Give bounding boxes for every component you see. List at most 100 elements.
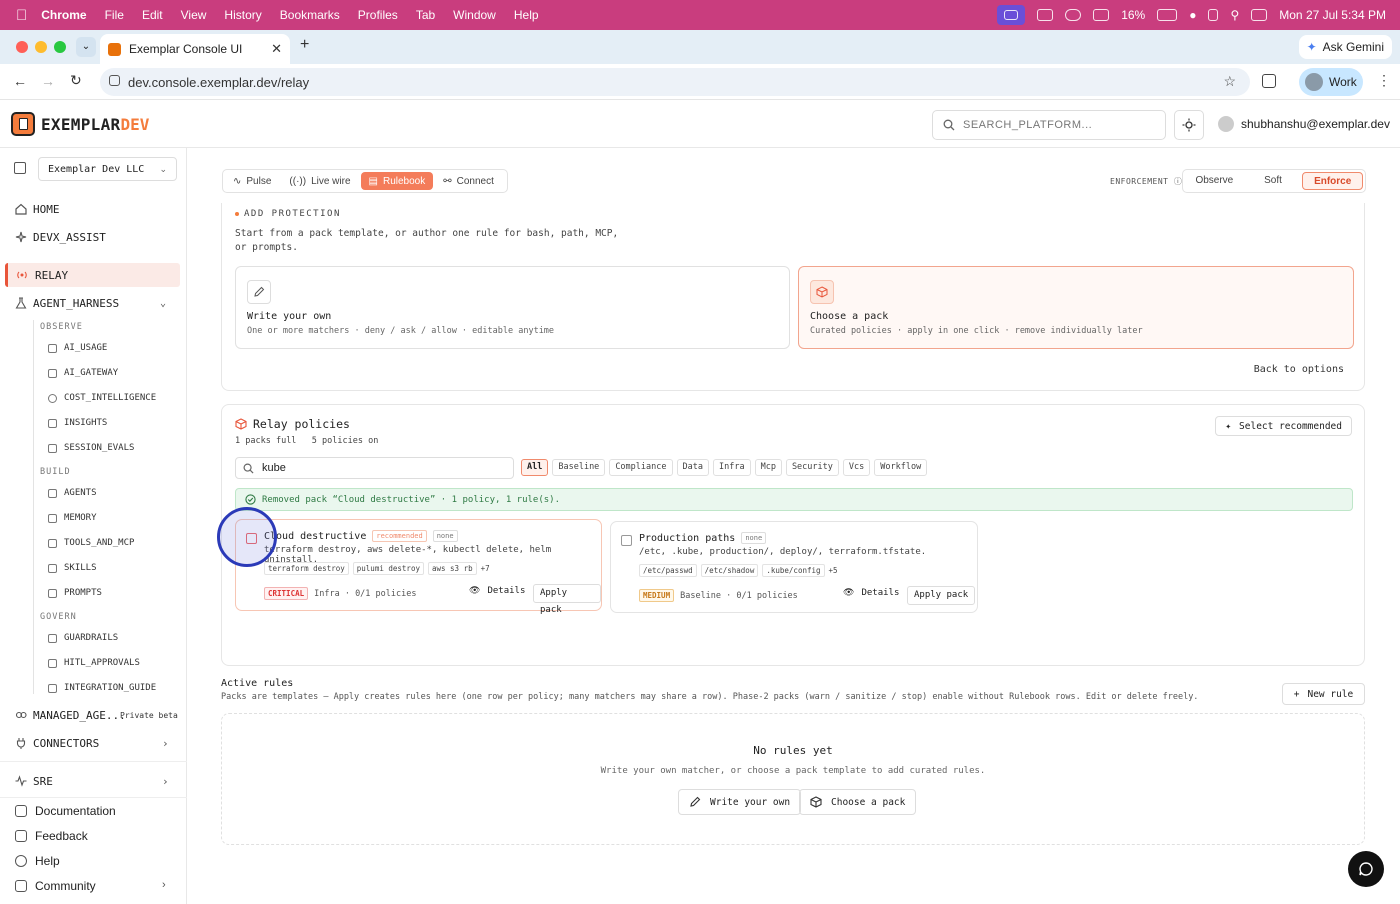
- status-icon[interactable]: [1037, 9, 1054, 21]
- enforcement-soft[interactable]: Soft: [1244, 172, 1303, 190]
- enforcement-enforce[interactable]: Enforce: [1302, 172, 1364, 190]
- tab-connect[interactable]: ⚯ Connect: [435, 172, 502, 190]
- window-zoom-button[interactable]: [54, 41, 66, 53]
- tab-search-icon[interactable]: ⌄: [76, 37, 96, 57]
- sidebar-item-devx-assist[interactable]: DEVX_ASSIST: [0, 228, 187, 246]
- menu-profiles[interactable]: Profiles: [358, 8, 398, 22]
- sidebar-item-cost-intelligence[interactable]: COST_INTELLIGENCE: [48, 393, 156, 403]
- menu-view[interactable]: View: [181, 8, 207, 22]
- screen-share-icon[interactable]: [997, 5, 1026, 25]
- filter-compliance[interactable]: Compliance: [609, 459, 673, 476]
- filter-infra[interactable]: Infra: [712, 459, 751, 476]
- sidebar-item-community[interactable]: Community: [15, 879, 96, 893]
- menu-app[interactable]: Chrome: [41, 8, 86, 22]
- sidebar-item-help[interactable]: Help: [15, 854, 60, 868]
- sidebar-item-documentation[interactable]: Documentation: [15, 804, 116, 818]
- sidebar-item-tools-and-mcp[interactable]: TOOLS_AND_MCP: [48, 538, 134, 548]
- window-close-button[interactable]: [16, 41, 28, 53]
- sidebar-item-home[interactable]: HOME: [0, 200, 187, 218]
- enforcement-observe[interactable]: Observe: [1185, 172, 1244, 190]
- sidebar-item-insights[interactable]: INSIGHTS: [48, 418, 107, 428]
- display-icon[interactable]: [1093, 9, 1110, 21]
- sidebar-item-feedback[interactable]: Feedback: [15, 829, 88, 843]
- details-button[interactable]: 👁 Details: [469, 586, 525, 596]
- menu-help[interactable]: Help: [514, 8, 539, 22]
- site-info-icon[interactable]: [109, 75, 120, 86]
- address-bar[interactable]: dev.console.exemplar.dev/relay ☆: [100, 68, 1250, 96]
- control-center-icon[interactable]: [1251, 9, 1268, 21]
- select-recommended-button[interactable]: ✦ Select recommended: [1215, 416, 1352, 436]
- choose-a-pack-button[interactable]: Choose a pack: [799, 789, 917, 815]
- reload-icon[interactable]: ↻: [70, 72, 82, 89]
- sidebar-item-session-evals[interactable]: SESSION_EVALS: [48, 443, 134, 453]
- menu-bookmarks[interactable]: Bookmarks: [280, 8, 340, 22]
- policy-checkbox[interactable]: [621, 535, 632, 546]
- wifi-icon[interactable]: ●: [1189, 8, 1196, 22]
- sidebar-item-agent-harness[interactable]: AGENT_HARNESS ⌄: [0, 294, 187, 312]
- apply-pack-button[interactable]: Apply pack: [907, 586, 976, 605]
- tab-rulebook[interactable]: ▤ Rulebook: [360, 172, 434, 190]
- sidebar-item-guardrails[interactable]: GUARDRAILS: [48, 633, 118, 643]
- sidebar-item-hitl-approvals[interactable]: HITL_APPROVALS: [48, 658, 140, 668]
- platform-search-input[interactable]: SEARCH_PLATFORM...: [932, 110, 1166, 140]
- filter-mcp[interactable]: Mcp: [754, 459, 782, 476]
- back-icon[interactable]: ←: [13, 73, 27, 89]
- new-rule-button[interactable]: + New rule: [1282, 683, 1365, 705]
- sidebar-item-relay[interactable]: RELAY: [5, 263, 180, 287]
- menu-history[interactable]: History: [224, 8, 261, 22]
- menu-edit[interactable]: Edit: [142, 8, 163, 22]
- tab-pulse[interactable]: ∿ Pulse: [225, 172, 279, 190]
- bookmark-star-icon[interactable]: ☆: [1223, 73, 1236, 90]
- filter-all[interactable]: All: [521, 459, 549, 476]
- choose-a-pack-card[interactable]: Choose a pack Curated policies · apply i…: [798, 266, 1354, 349]
- menu-file[interactable]: File: [105, 8, 124, 22]
- sidebar-item-integration-guide[interactable]: INTEGRATION_GUIDE: [48, 683, 156, 693]
- chat-button[interactable]: [1348, 851, 1384, 887]
- forward-icon[interactable]: →: [41, 73, 55, 89]
- menubar-datetime[interactable]: Mon 27 Jul 5:34 PM: [1279, 8, 1386, 22]
- policy-search-input[interactable]: kube: [235, 457, 514, 479]
- new-tab-icon[interactable]: +: [300, 36, 309, 54]
- filter-data[interactable]: Data: [676, 459, 709, 476]
- battery-icon[interactable]: [1157, 9, 1178, 21]
- sidebar-item-ai-gateway[interactable]: AI_GATEWAY: [48, 368, 118, 378]
- org-selector[interactable]: Exemplar Dev LLC ⌄: [38, 157, 177, 181]
- back-to-options-link[interactable]: Back to options: [1254, 364, 1344, 375]
- sidebar-item-sre[interactable]: SRE ›: [0, 772, 187, 790]
- write-your-own-button[interactable]: Write your own: [678, 789, 802, 815]
- sidebar-item-prompts[interactable]: PROMPTS: [48, 588, 102, 598]
- extensions-icon[interactable]: [1262, 74, 1276, 88]
- theme-toggle-button[interactable]: [1174, 110, 1204, 140]
- filter-baseline[interactable]: Baseline: [552, 459, 606, 476]
- filter-security[interactable]: Security: [785, 459, 839, 476]
- write-your-own-card[interactable]: Write your own One or more matchers · de…: [235, 266, 790, 349]
- profile-button[interactable]: Work: [1299, 68, 1363, 96]
- apple-icon[interactable]: : [16, 7, 27, 24]
- details-button[interactable]: 👁 Details: [843, 588, 899, 598]
- user-status-icon[interactable]: [1208, 9, 1219, 21]
- tab-close-icon[interactable]: ✕: [271, 41, 282, 57]
- sidebar-item-connectors[interactable]: CONNECTORS ›: [0, 734, 187, 752]
- policy-card-cloud-destructive[interactable]: Cloud destructive recommended none terra…: [235, 519, 602, 615]
- app-logo[interactable]: EXEMPLAR DEV: [11, 112, 149, 136]
- sidebar-item-managed-agents[interactable]: MANAGED_AGE... Private beta: [0, 706, 187, 724]
- policy-card-production-paths[interactable]: Production paths none /etc, .kube, produ…: [610, 521, 978, 613]
- ask-gemini-button[interactable]: ✦ Ask Gemini: [1298, 35, 1392, 59]
- browser-tab-active[interactable]: Exemplar Console UI ✕: [100, 34, 290, 64]
- chrome-menu-icon[interactable]: ⋮: [1377, 72, 1391, 89]
- window-minimize-button[interactable]: [35, 41, 47, 53]
- sidebar-item-ai-usage[interactable]: AI_USAGE: [48, 343, 107, 353]
- filter-vcs[interactable]: Vcs: [842, 459, 871, 476]
- search-menubar-icon[interactable]: ⚲: [1230, 8, 1239, 22]
- sidebar-item-memory[interactable]: MEMORY: [48, 513, 97, 523]
- apply-pack-button[interactable]: Apply pack: [533, 584, 601, 615]
- sidebar-collapse-icon[interactable]: [14, 162, 26, 174]
- menu-tab[interactable]: Tab: [416, 8, 435, 22]
- user-menu[interactable]: shubhanshu@exemplar.dev: [1218, 116, 1390, 132]
- tab-live-wire[interactable]: ((·)) Live wire: [281, 172, 358, 190]
- filter-workflow[interactable]: Workflow: [874, 459, 928, 476]
- sidebar-item-skills[interactable]: SKILLS: [48, 563, 97, 573]
- sidebar-item-agents[interactable]: AGENTS: [48, 488, 97, 498]
- cloud-icon[interactable]: [1065, 9, 1082, 21]
- menu-window[interactable]: Window: [453, 8, 496, 22]
